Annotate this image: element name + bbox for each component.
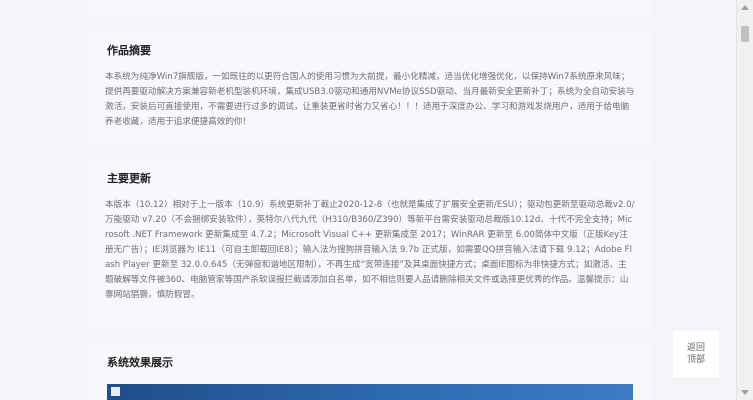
updates-card: 主要更新 本版本（10.12）相对于上一版本（10.9）系统更新补丁截止2020… [89, 160, 651, 328]
previous-section-card [89, 0, 651, 16]
scroll-thumb[interactable] [741, 26, 749, 42]
updates-text: 本版本（10.12）相对于上一版本（10.9）系统更新补丁截止2020-12-8… [105, 200, 635, 300]
summary-text: 本系统为纯净Win7旗舰版，一如既往的以更符合国人的使用习惯为大前提，最小化精减… [105, 72, 635, 127]
system-screenshot-image[interactable] [107, 384, 633, 400]
desktop-icon [111, 387, 120, 396]
scroll-up-arrow-icon[interactable] [741, 5, 749, 10]
summary-card: 作品摘要 本系统为纯净Win7旗舰版，一如既往的以更符合国人的使用习惯为大前提，… [89, 32, 651, 144]
vertical-scrollbar[interactable] [736, 0, 753, 400]
back-to-top-button[interactable]: 返回 顶部 [673, 331, 719, 377]
back-to-top-label-line2: 顶部 [686, 355, 705, 365]
screenshots-title: 系统效果展示 [107, 356, 173, 369]
scroll-down-arrow-icon[interactable] [741, 390, 749, 395]
summary-title: 作品摘要 [107, 44, 151, 57]
back-to-top-label-line1: 返回 [686, 343, 705, 353]
updates-title: 主要更新 [107, 172, 151, 185]
